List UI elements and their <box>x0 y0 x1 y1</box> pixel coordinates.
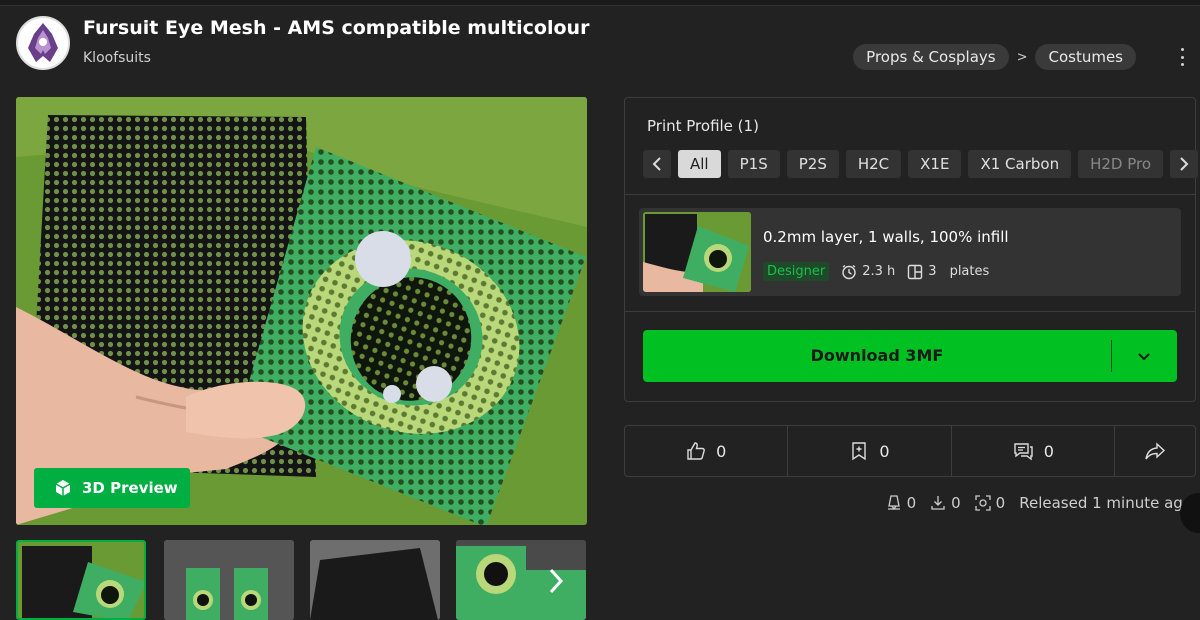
mesh-photo-illustration <box>16 97 587 525</box>
collect-button[interactable]: 0 <box>788 426 952 476</box>
gallery-thumbnail[interactable] <box>456 540 586 620</box>
like-button[interactable]: 0 <box>625 426 789 476</box>
print-profile-panel: Print Profile (1) All P1S P2S H2C X1E X1… <box>624 97 1199 402</box>
filter-x1e[interactable]: X1E <box>908 150 962 178</box>
print-count: 0 <box>886 494 917 512</box>
designer-badge: Designer <box>763 262 830 281</box>
comment-count: 0 <box>1043 441 1054 461</box>
breadcrumb-separator: > <box>1016 49 1028 65</box>
printer-nozzle-icon <box>887 495 900 511</box>
avatar-emblem-icon <box>19 19 67 67</box>
thumbnail-image <box>310 540 440 620</box>
bookmark-plus-icon <box>852 442 867 461</box>
thumbnail-image <box>456 540 586 620</box>
filter-h2c[interactable]: H2C <box>845 150 902 178</box>
thumbs-up-icon <box>687 442 705 460</box>
filter-p2s[interactable]: P2S <box>786 150 839 178</box>
gallery-thumbnail[interactable] <box>164 540 294 620</box>
gallery-next-icon[interactable] <box>548 568 564 601</box>
clock-icon <box>842 264 856 279</box>
scan-icon <box>975 495 991 511</box>
print-profile-title: Print Profile (1) <box>647 117 759 135</box>
gallery-thumbnail[interactable] <box>16 540 146 620</box>
download-icon <box>931 496 945 510</box>
author-avatar[interactable] <box>16 16 70 70</box>
3d-preview-button[interactable]: 3D Preview <box>34 468 190 508</box>
release-time: Released 1 minute ago <box>1019 494 1192 512</box>
download-3mf-button[interactable]: Download 3MF <box>643 330 1177 382</box>
chevron-down-icon[interactable] <box>1133 346 1155 366</box>
profile-title: 0.2mm layer, 1 walls, 100% infill <box>763 228 1009 246</box>
main-model-image[interactable] <box>16 97 587 525</box>
top-bar <box>0 0 1200 6</box>
print-count-value: 0 <box>906 494 917 512</box>
author-name[interactable]: Kloofsuits <box>83 50 151 66</box>
make-count: 0 <box>975 494 1006 512</box>
filter-p1s[interactable]: P1S <box>727 150 780 178</box>
filter-x1-carbon[interactable]: X1 Carbon <box>968 150 1072 178</box>
comment-icon <box>1014 443 1033 461</box>
more-options-icon[interactable] <box>1176 46 1188 68</box>
panel-divider <box>625 194 1195 195</box>
thumbnail-image <box>164 540 294 620</box>
engagement-bar: 0 0 0 <box>624 425 1196 477</box>
like-count: 0 <box>716 441 727 461</box>
download-count: 0 <box>930 494 961 512</box>
cube-icon <box>55 480 71 496</box>
download-count-value: 0 <box>951 494 961 512</box>
filter-next-icon[interactable] <box>1170 150 1199 178</box>
filter-all[interactable]: All <box>678 150 721 178</box>
breadcrumb-costumes[interactable]: Costumes <box>1035 44 1136 70</box>
page-title: Fursuit Eye Mesh - AMS compatible multic… <box>83 17 590 39</box>
download-separator <box>1111 340 1112 372</box>
plates-count: 3 plates <box>907 264 989 280</box>
filter-prev-icon[interactable] <box>643 150 671 178</box>
download-label: Download 3MF <box>810 346 944 365</box>
model-footer-stats: 0 0 0 Released 1 minute ago <box>886 494 1192 512</box>
comment-button[interactable]: 0 <box>952 426 1115 476</box>
breadcrumb-props-cosplays[interactable]: Props & Cosplays <box>853 44 1009 70</box>
print-time: 2.3 h <box>841 264 895 280</box>
thumbnail-image <box>18 542 144 618</box>
3d-preview-label: 3D Preview <box>82 479 178 497</box>
print-profile-card[interactable]: 0.2mm layer, 1 walls, 100% infill Design… <box>639 208 1181 296</box>
plates-count-value: 3 <box>928 264 937 279</box>
plates-icon <box>908 264 923 279</box>
panel-divider <box>625 311 1195 312</box>
printer-filter-bar: All P1S P2S H2C X1E X1 Carbon H2D Pro <box>643 150 1199 178</box>
print-time-value: 2.3 h <box>862 264 896 279</box>
profile-meta: Designer 2.3 h 3 plates <box>763 262 989 281</box>
plates-label: plates <box>949 264 990 279</box>
gallery-thumbnail[interactable] <box>310 540 440 620</box>
collect-count: 0 <box>879 441 890 461</box>
filter-h2d-pro[interactable]: H2D Pro <box>1078 150 1164 178</box>
profile-thumbnail <box>643 212 751 292</box>
share-icon <box>1145 442 1166 460</box>
share-button[interactable] <box>1115 426 1195 476</box>
breadcrumb: Props & Cosplays > Costumes <box>853 44 1136 70</box>
make-count-value: 0 <box>995 494 1006 512</box>
